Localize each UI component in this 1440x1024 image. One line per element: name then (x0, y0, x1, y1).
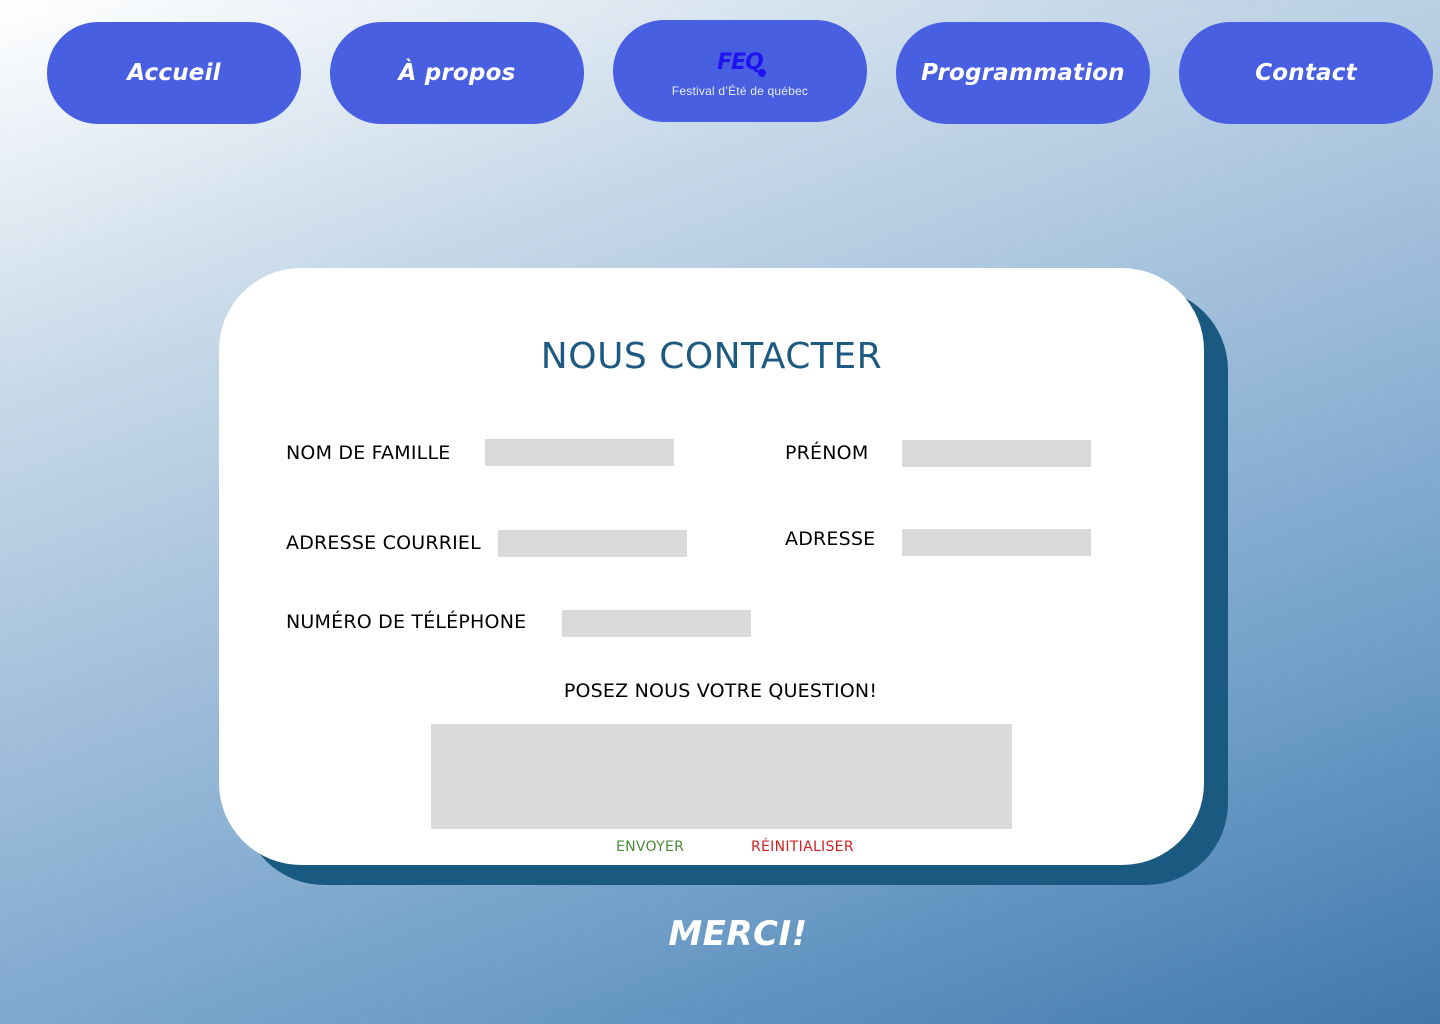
page-title: NOUS CONTACTER (540, 336, 883, 377)
logo-subtitle: Festival d’Été de québec (671, 84, 809, 98)
nav-home-button[interactable]: Accueil (47, 22, 301, 124)
logo-mark: FEQ (717, 50, 766, 77)
first-name-field[interactable] (902, 440, 1091, 467)
nav-about-label: À propos (398, 60, 516, 86)
nav-program-label: Programmation (921, 60, 1125, 86)
nav-contact-button[interactable]: Contact (1179, 22, 1433, 124)
last-name-field[interactable] (485, 439, 674, 466)
email-field[interactable] (498, 530, 687, 557)
question-label: POSEZ NOUS VOTRE QUESTION! (563, 680, 878, 702)
thanks-message: MERCI! (668, 914, 808, 954)
address-label: ADRESSE (785, 528, 876, 550)
phone-field[interactable] (562, 610, 751, 637)
last-name-label: NOM DE FAMILLE (286, 442, 451, 464)
logo-home-link[interactable]: FEQ Festival d’Été de québec (613, 20, 867, 122)
email-label: ADRESSE COURRIEL (286, 532, 481, 554)
nav-contact-label: Contact (1255, 60, 1357, 86)
nav-about-button[interactable]: À propos (330, 22, 584, 124)
question-textarea[interactable] (431, 724, 1012, 829)
reset-button[interactable]: RÉINITIALISER (751, 839, 854, 855)
nav-program-button[interactable]: Programmation (896, 22, 1150, 124)
nav-home-label: Accueil (127, 60, 221, 86)
send-button[interactable]: ENVOYER (616, 839, 684, 855)
first-name-label: PRÉNOM (785, 442, 869, 464)
address-field[interactable] (902, 529, 1091, 556)
contact-form-card: NOUS CONTACTER NOM DE FAMILLE PRÉNOM ADR… (219, 268, 1204, 865)
phone-label: NUMÉRO DE TÉLÉPHONE (286, 611, 527, 633)
